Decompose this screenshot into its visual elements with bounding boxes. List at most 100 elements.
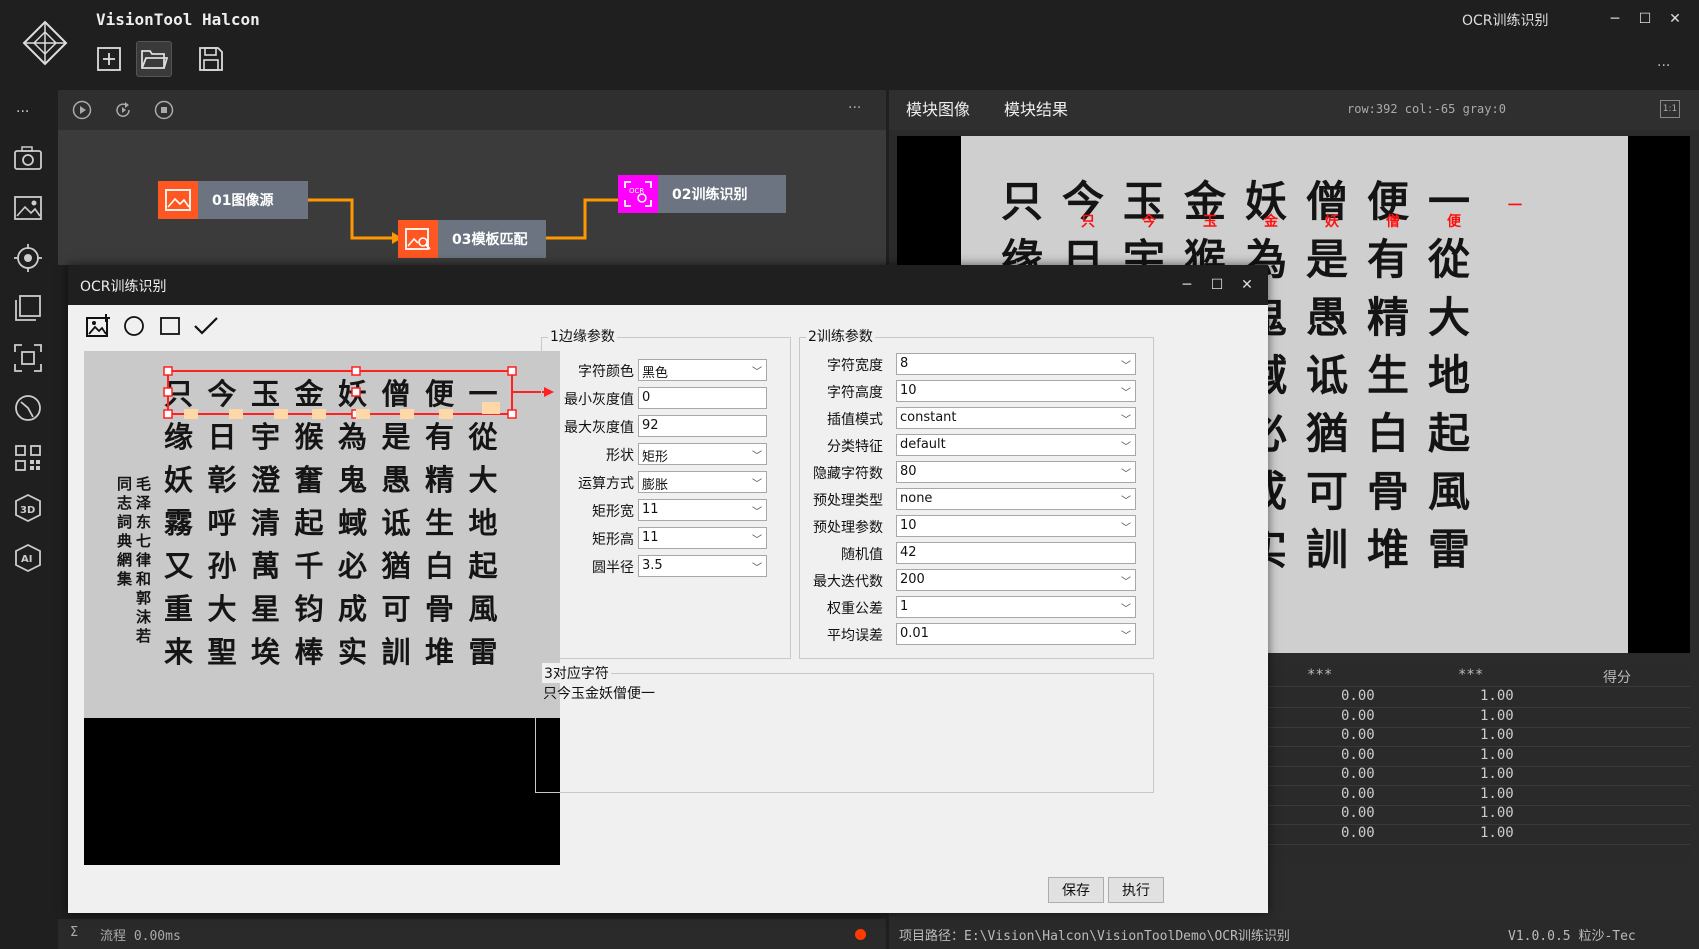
chevron-down-icon: ﹀ — [752, 367, 762, 378]
svg-text:AI: AI — [21, 554, 32, 565]
qrcode-icon[interactable] — [10, 440, 46, 476]
param-label: 最大迭代数 — [813, 574, 883, 590]
image-icon[interactable] — [10, 190, 46, 226]
run-icon[interactable] — [72, 100, 92, 120]
dialog-maximize-button[interactable]: ☐ — [1204, 273, 1230, 297]
param-input[interactable]: 42 — [896, 542, 1136, 564]
param-dropdown[interactable]: 80 ﹀ — [896, 461, 1136, 483]
table-cell: 1.00 — [1480, 824, 1514, 841]
param-value: 42 — [900, 545, 917, 560]
new-file-icon[interactable] — [91, 41, 127, 77]
run-button[interactable]: 执行 — [1108, 877, 1164, 903]
chevron-down-icon: ﹀ — [752, 451, 762, 462]
circle-roi-icon[interactable] — [118, 310, 150, 342]
param-dropdown[interactable]: 矩形 ﹀ — [638, 443, 767, 465]
stop-icon[interactable] — [154, 100, 174, 120]
table-cell: 0.00 — [1341, 824, 1375, 841]
tab-module-image[interactable]: 模块图像 — [906, 96, 970, 120]
flow-node-template-match[interactable]: 03模板匹配 — [398, 220, 546, 258]
left-rail: ... 3D AI — [0, 88, 56, 949]
param-dropdown[interactable]: 200 ﹀ — [896, 569, 1136, 591]
gallery-icon[interactable] — [10, 290, 46, 326]
param-dropdown[interactable]: 3.5 ﹀ — [638, 555, 767, 577]
ocr-result-label: 今 — [1142, 214, 1156, 230]
zoom-1-1-button[interactable]: 1:1 — [1660, 100, 1680, 118]
dialog-minimize-button[interactable]: ─ — [1174, 273, 1200, 297]
param-dropdown[interactable]: 11 ﹀ — [638, 499, 767, 521]
chevron-down-icon: ﹀ — [1121, 415, 1131, 426]
param-dropdown[interactable]: 8 ﹀ — [896, 353, 1136, 375]
param-dropdown[interactable]: 0.01 ﹀ — [896, 623, 1136, 645]
char-mapping-text[interactable]: 只今玉金妖僧便一 — [543, 683, 655, 703]
table-cell: 1.00 — [1480, 688, 1514, 704]
measure-icon[interactable] — [10, 390, 46, 426]
table-cell: 1.00 — [1480, 766, 1514, 782]
add-image-icon[interactable] — [82, 310, 114, 342]
loop-run-icon[interactable] — [113, 100, 133, 120]
roi-rectangle[interactable] — [84, 351, 560, 718]
flow-node-image-source[interactable]: 01图像源 — [158, 181, 308, 219]
table-cell: 0.00 — [1341, 805, 1375, 821]
status-bar-right: 项目路径：E:\Vision\Halcon\VisionToolDemo\OCR… — [889, 919, 1699, 949]
calligraphy-char: 是 — [1306, 235, 1349, 284]
column-header: *** — [1458, 667, 1484, 683]
maximize-button[interactable]: ☐ — [1630, 6, 1660, 32]
param-value: 10 — [900, 518, 917, 533]
status-indicator-dot — [855, 929, 866, 940]
rectangle-roi-icon[interactable] — [154, 310, 186, 342]
param-dropdown[interactable]: 10 ﹀ — [896, 515, 1136, 537]
focus-icon[interactable] — [10, 340, 46, 376]
ocr-train-dialog: OCR训练识别 ─ ☐ ✕ 只今玉金妖僧便一缘日宇猴為是有從妖彰澄奮鬼愚精大霧呼… — [68, 265, 1268, 913]
param-dropdown[interactable]: default ﹀ — [896, 434, 1136, 456]
param-label: 矩形宽 — [592, 504, 634, 520]
param-dropdown[interactable]: 11 ﹀ — [638, 527, 767, 549]
chevron-down-icon: ﹀ — [1121, 604, 1131, 615]
param-label: 矩形高 — [592, 532, 634, 548]
param-input[interactable]: 0 — [638, 387, 767, 409]
ocr-result-label: 玉 — [1203, 214, 1217, 230]
flow-node-ocr-train[interactable]: OCR 02训练识别 — [618, 175, 786, 213]
param-value: 11 — [642, 502, 659, 517]
train-params-title: 2训练参数 — [806, 326, 875, 346]
param-dropdown[interactable]: 黑色 ﹀ — [638, 359, 767, 381]
param-dropdown[interactable]: 1 ﹀ — [896, 596, 1136, 618]
chevron-down-icon: ﹀ — [1121, 469, 1131, 480]
tab-module-result[interactable]: 模块结果 — [1004, 96, 1068, 120]
3d-icon[interactable]: 3D — [10, 490, 46, 526]
image-icon — [158, 181, 198, 219]
save-icon[interactable] — [193, 41, 229, 77]
table-cell: 1.00 — [1480, 805, 1514, 821]
dialog-close-button[interactable]: ✕ — [1234, 273, 1260, 297]
param-dropdown[interactable]: none ﹀ — [896, 488, 1136, 510]
save-button[interactable]: 保存 — [1048, 877, 1104, 903]
camera-icon[interactable] — [10, 140, 46, 176]
minimize-button[interactable]: ─ — [1600, 6, 1630, 32]
param-value: none — [900, 491, 933, 506]
calligraphy-char: 白 — [1367, 409, 1410, 458]
param-dropdown[interactable]: 膨胀 ﹀ — [638, 471, 767, 493]
param-input[interactable]: 92 — [638, 415, 767, 437]
param-value: 膨胀 — [642, 478, 669, 493]
confirm-check-icon[interactable] — [190, 310, 222, 342]
param-value: 10 — [900, 383, 917, 398]
calligraphy-char: 愚 — [1306, 293, 1349, 342]
flow-more-button[interactable]: ... — [848, 96, 861, 112]
target-icon[interactable] — [10, 240, 46, 276]
chevron-down-icon: ﹀ — [752, 507, 762, 518]
flow-node-label: 02训练识别 — [658, 175, 786, 213]
chevron-down-icon: ﹀ — [1121, 388, 1131, 399]
dialog-image-view[interactable]: 只今玉金妖僧便一缘日宇猴為是有從妖彰澄奮鬼愚精大霧呼清起蜮诋生地又孙萬千必猶白起… — [84, 351, 560, 865]
rail-more-button[interactable]: ... — [16, 100, 29, 116]
param-dropdown[interactable]: 10 ﹀ — [896, 380, 1136, 402]
param-label: 圆半径 — [592, 560, 634, 576]
param-dropdown[interactable]: constant ﹀ — [896, 407, 1136, 429]
dialog-titlebar: OCR训练识别 ─ ☐ ✕ — [68, 265, 1268, 305]
ai-icon[interactable]: AI — [10, 540, 46, 576]
calligraphy-char: 從 — [1428, 235, 1471, 284]
close-button[interactable]: ✕ — [1660, 6, 1690, 32]
param-label: 运算方式 — [578, 476, 634, 492]
more-menu-button[interactable]: ... — [1657, 54, 1670, 70]
chevron-down-icon: ﹀ — [1121, 631, 1131, 642]
calligraphy-char: 猶 — [1306, 409, 1349, 458]
open-folder-icon[interactable] — [136, 41, 172, 77]
